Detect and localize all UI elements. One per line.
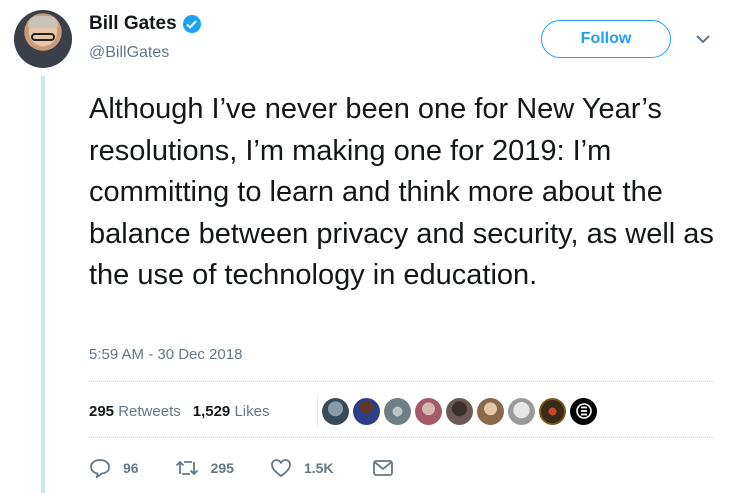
retweet-count: 295 [210, 460, 234, 476]
liker-avatar[interactable] [384, 397, 411, 425]
divider-top [89, 381, 714, 383]
liker-avatar[interactable] [570, 397, 597, 425]
avatar-hair [28, 16, 58, 28]
like-count: 1.5K [303, 460, 334, 476]
retweets-label: Retweets [118, 403, 181, 420]
likes-label: Likes [234, 403, 270, 420]
likes-count: 1,529 [192, 403, 231, 420]
retweet-button[interactable]: 295 [175, 459, 234, 477]
thread-line [41, 76, 45, 493]
direct-message-button[interactable] [372, 459, 394, 477]
retweet-icon [175, 459, 199, 477]
likers-avatars [317, 395, 597, 427]
envelope-icon [372, 459, 394, 477]
follow-button[interactable]: Follow [541, 20, 671, 58]
author-handle[interactable]: @BillGates [89, 44, 169, 62]
liker-avatar[interactable] [322, 397, 349, 425]
avatar-glasses [31, 33, 55, 41]
heart-icon [270, 458, 292, 478]
author-name-row[interactable]: Bill Gates [89, 13, 201, 35]
liker-avatar[interactable] [508, 397, 535, 425]
like-button[interactable]: 1.5K [270, 458, 334, 478]
retweets-count: 295 [89, 403, 115, 420]
tweet-actions: 96 295 1.5K [89, 458, 394, 478]
divider-bottom [89, 437, 714, 439]
retweets-stat[interactable]: 295 Retweets [89, 403, 181, 420]
tweet-stats: 295 Retweets 1,529 Likes [89, 403, 269, 420]
author-name[interactable]: Bill Gates [89, 13, 177, 35]
reply-button[interactable]: 96 [89, 458, 139, 478]
likes-stat[interactable]: 1,529 Likes [193, 403, 270, 420]
tweet-timestamp[interactable]: 5:59 AM - 30 Dec 2018 [89, 346, 242, 363]
liker-avatar[interactable] [477, 397, 504, 425]
verified-badge-icon [182, 15, 201, 33]
avatar[interactable] [14, 10, 72, 68]
liker-avatar[interactable] [539, 397, 566, 425]
liker-avatar[interactable] [446, 397, 473, 425]
liker-avatar[interactable] [415, 397, 442, 425]
liker-avatar[interactable] [353, 397, 380, 425]
chevron-down-icon[interactable] [694, 30, 712, 48]
reply-count: 96 [123, 460, 139, 476]
e-logo-icon [575, 403, 592, 419]
tweet-text: Although I’ve never been one for New Yea… [89, 93, 714, 291]
reply-icon [89, 458, 111, 478]
